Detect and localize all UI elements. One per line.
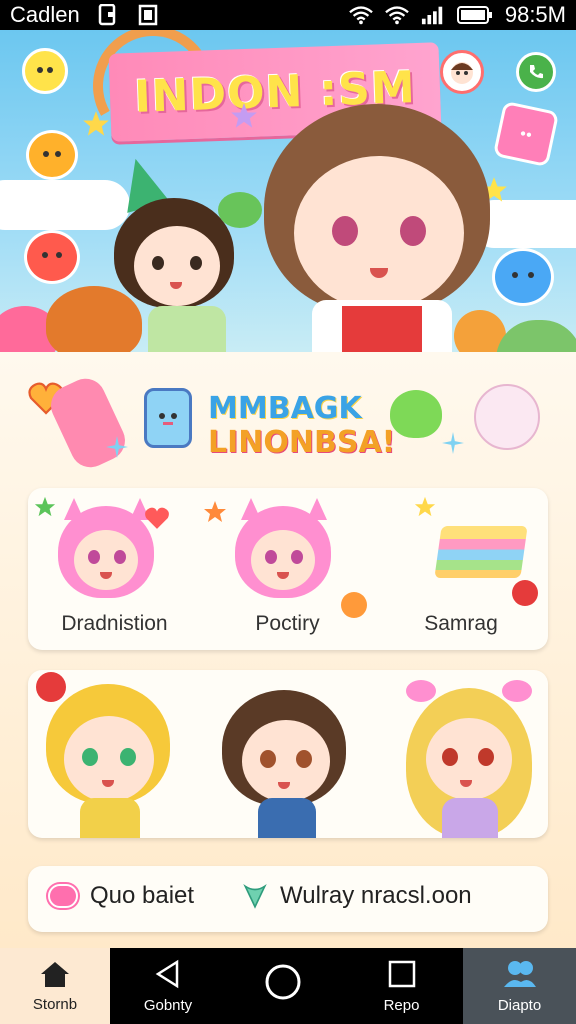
home-icon — [39, 960, 71, 992]
category-label: Poctiry — [255, 612, 320, 635]
nav-label: Gobnty — [143, 996, 193, 1014]
nav-recents[interactable]: Repo — [340, 948, 463, 1024]
robot-icon — [144, 388, 192, 448]
green-heart-icon — [390, 390, 442, 438]
bow-icon — [406, 680, 436, 702]
cake-icon — [434, 526, 528, 578]
nav-home[interactable]: Stornb — [0, 948, 110, 1024]
red-dress — [342, 306, 422, 352]
nav-profile[interactable]: Diapto — [463, 948, 576, 1024]
nav-label: Diapto — [497, 996, 542, 1014]
yellow-face-icon[interactable] — [22, 48, 68, 94]
pink-cat-girl-icon — [235, 498, 335, 600]
favorite-item[interactable]: Quo baiet — [48, 882, 194, 910]
apple-icon — [36, 672, 66, 702]
orange-face-icon[interactable] — [26, 130, 78, 180]
category-label: Samrag — [424, 612, 498, 635]
status-carrier-text: Cadlen — [10, 2, 80, 27]
status-bar: Cadlen 98:5M — [0, 0, 576, 30]
wifi-icon — [349, 4, 373, 26]
people-icon — [502, 959, 538, 993]
bottom-navigation: Stornb Gobnty Repo Diapto — [0, 948, 576, 1024]
sparkle-icon — [442, 432, 464, 454]
content-area: MMBAGK LINONBSA! Dradnistion Poctiry Sam… — [0, 352, 576, 948]
character-row — [28, 670, 548, 838]
favorite-item[interactable]: Wulray nracsl.oon — [242, 882, 472, 910]
battery-icon — [456, 4, 493, 26]
square-icon — [387, 959, 417, 993]
signal-icon — [421, 4, 445, 26]
kid-face-icon[interactable] — [440, 50, 484, 94]
status-time: 98:5M — [504, 2, 566, 27]
candy-icon — [46, 286, 142, 352]
welcome-header: MMBAGK LINONBSA! — [8, 354, 570, 482]
pink-cat-girl-icon — [58, 498, 158, 600]
star-icon — [34, 496, 56, 518]
favorite-label: Wulray nracsl.oon — [280, 882, 472, 909]
phone-icon[interactable] — [516, 52, 556, 92]
category-card[interactable]: Dradnistion — [28, 488, 201, 650]
apple-icon — [512, 580, 538, 606]
category-label: Dradnistion — [61, 612, 168, 635]
circle-home-icon — [264, 963, 302, 1005]
nav-label: Repo — [383, 996, 420, 1014]
back-triangle-icon — [153, 959, 183, 993]
clipboard-icon — [136, 4, 160, 26]
heart-icon — [144, 506, 170, 530]
category-row: Dradnistion Poctiry Samrag — [28, 488, 548, 650]
favorites-row: Quo baiet Wulray nracsl.oon — [28, 866, 548, 932]
category-card[interactable]: Samrag — [374, 488, 548, 650]
welcome-title-line1: MMBAGK — [208, 391, 362, 426]
red-blob-icon[interactable] — [24, 230, 80, 284]
favorite-label: Quo baiet — [90, 882, 195, 909]
welcome-title: MMBAGK LINONBSA! — [208, 392, 395, 460]
notification-icon — [96, 4, 120, 26]
pink-pill-icon — [48, 884, 78, 908]
star-icon — [414, 496, 436, 518]
bow-icon — [502, 680, 532, 702]
blonde-girl-bow-character[interactable] — [398, 678, 538, 838]
star-icon — [82, 110, 110, 138]
nav-back[interactable]: Gobnty — [110, 948, 226, 1024]
star-icon — [203, 500, 227, 524]
nav-label: Stornb — [32, 995, 78, 1013]
brown-hair-kid-character[interactable] — [216, 684, 356, 838]
wifi-icon — [385, 4, 409, 26]
green-heart-icon — [242, 883, 268, 909]
flower-icon — [474, 384, 540, 450]
hero-banner: INDON :SM ●● — [0, 30, 576, 352]
nav-circle-home[interactable] — [226, 948, 340, 1024]
sparkle-icon — [106, 436, 128, 458]
category-card[interactable]: Poctiry — [201, 488, 374, 650]
blonde-boy-character[interactable] — [36, 672, 180, 838]
welcome-title-line2: LINONBSA! — [208, 425, 396, 460]
